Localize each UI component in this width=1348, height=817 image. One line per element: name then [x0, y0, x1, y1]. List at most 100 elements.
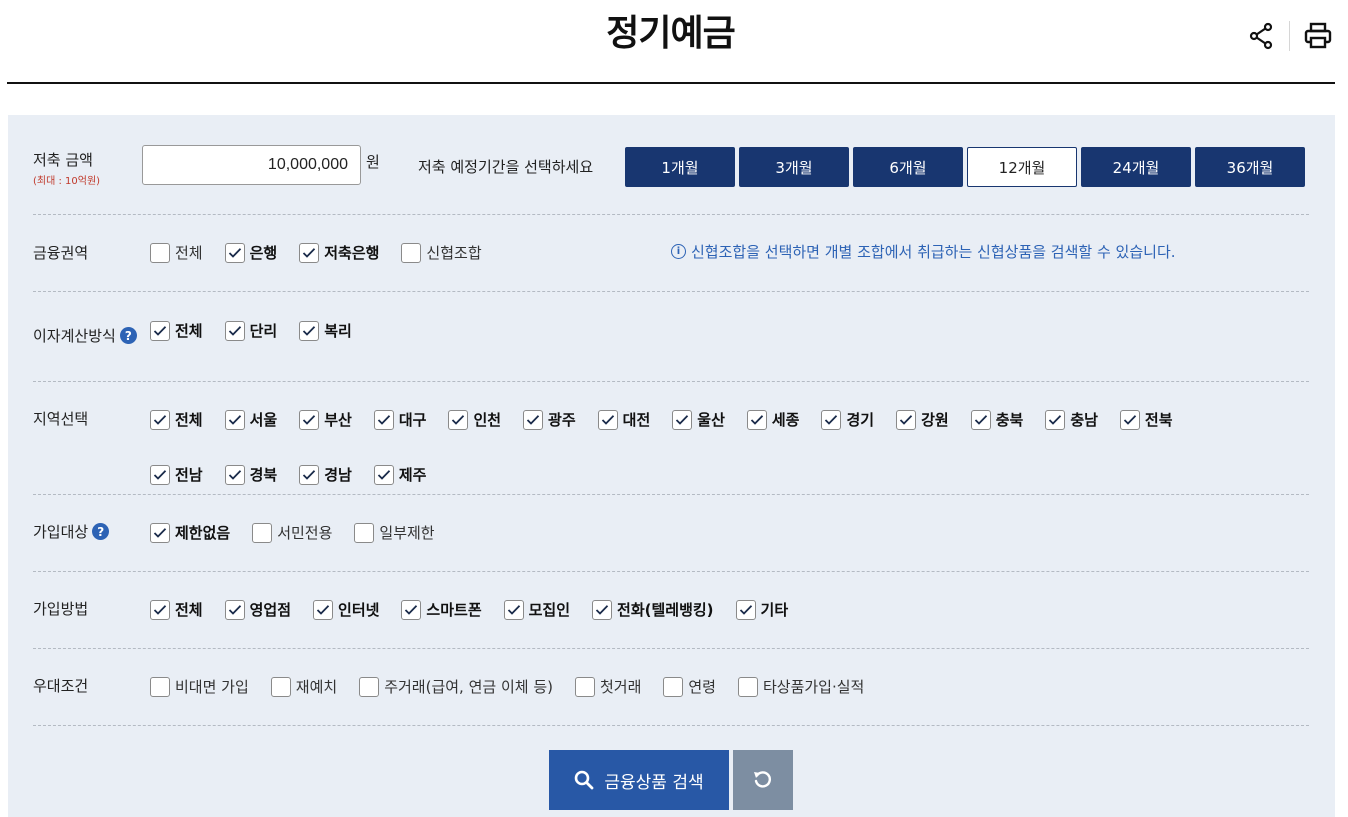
- period-button-36m[interactable]: 36개월: [1195, 147, 1305, 187]
- checkbox[interactable]: [735, 599, 756, 620]
- target-option-unrestricted[interactable]: 제한없음: [150, 522, 230, 543]
- region-option-gyeongnam[interactable]: 경남: [299, 464, 352, 485]
- checkbox[interactable]: [1119, 409, 1140, 430]
- checkbox[interactable]: [523, 409, 544, 430]
- method-option-all[interactable]: 전체: [150, 599, 203, 620]
- region-option-jeonbuk[interactable]: 전북: [1119, 409, 1173, 430]
- checkbox[interactable]: [896, 409, 917, 430]
- sector-option-savings-bank[interactable]: 저축은행: [299, 242, 379, 263]
- checkbox[interactable]: [597, 409, 618, 430]
- checkbox[interactable]: [224, 464, 245, 485]
- method-option-agent[interactable]: 모집인: [503, 599, 570, 620]
- checkbox[interactable]: [373, 409, 394, 430]
- checkbox[interactable]: [224, 242, 245, 263]
- checkbox[interactable]: [299, 464, 320, 485]
- region-option-all[interactable]: 전체: [150, 409, 203, 430]
- pref-option-age[interactable]: 연령: [663, 676, 716, 697]
- checkbox[interactable]: [373, 464, 394, 485]
- checkbox[interactable]: [270, 676, 291, 697]
- region-option-sejong[interactable]: 세종: [746, 409, 799, 430]
- checkbox[interactable]: [299, 409, 320, 430]
- interest-option-compound[interactable]: 복리: [299, 320, 352, 341]
- checkbox[interactable]: [150, 464, 170, 485]
- region-option-chungbuk[interactable]: 충북: [970, 409, 1023, 430]
- pref-option-non-face-to-face[interactable]: 비대면 가입: [150, 676, 249, 697]
- target-option-partial[interactable]: 일부제한: [354, 522, 435, 543]
- method-option-internet[interactable]: 인터넷: [313, 599, 379, 620]
- sector-option-bank[interactable]: 은행: [224, 242, 277, 263]
- region-option-daejeon[interactable]: 대전: [597, 409, 650, 430]
- checkbox[interactable]: [252, 522, 273, 543]
- question-icon[interactable]: ?: [92, 523, 110, 540]
- pref-option-first-transaction[interactable]: 첫거래: [574, 676, 641, 697]
- region-option-daegu[interactable]: 대구: [373, 409, 426, 430]
- region-option-gwangju[interactable]: 광주: [523, 409, 576, 430]
- period-button-24m[interactable]: 24개월: [1081, 147, 1191, 187]
- checkbox[interactable]: [313, 599, 334, 620]
- checkbox[interactable]: [592, 599, 613, 620]
- checkbox[interactable]: [401, 242, 422, 263]
- checkbox[interactable]: [737, 676, 758, 697]
- checkbox[interactable]: [354, 522, 375, 543]
- method-option-branch[interactable]: 영업점: [224, 599, 291, 620]
- print-icon[interactable]: [1300, 18, 1336, 54]
- interest-option-simple[interactable]: 단리: [224, 320, 277, 341]
- checkbox-label: 제한없음: [175, 524, 231, 542]
- checkbox-label: 스마트폰: [426, 601, 482, 619]
- checkbox[interactable]: [663, 676, 684, 697]
- checkbox[interactable]: [150, 242, 170, 263]
- region-option-gangwon[interactable]: 강원: [896, 409, 949, 430]
- period-button-1m[interactable]: 1개월: [625, 147, 735, 187]
- checkbox[interactable]: [150, 676, 170, 697]
- period-button-12m[interactable]: 12개월: [967, 147, 1077, 187]
- checkbox[interactable]: [224, 599, 245, 620]
- pref-option-main-account[interactable]: 주거래(급여, 연금 이체 등): [359, 676, 553, 697]
- checkbox[interactable]: [448, 409, 469, 430]
- check-icon: [316, 604, 330, 615]
- sector-option-credit-union[interactable]: 신협조합: [401, 242, 482, 263]
- region-option-seoul[interactable]: 서울: [224, 409, 277, 430]
- checkbox[interactable]: [150, 320, 170, 341]
- checkbox[interactable]: [821, 409, 842, 430]
- method-option-other[interactable]: 기타: [735, 599, 788, 620]
- checkbox[interactable]: [150, 522, 170, 543]
- region-option-gyeonggi[interactable]: 경기: [821, 409, 874, 430]
- period-button-6m[interactable]: 6개월: [853, 147, 963, 187]
- question-icon[interactable]: ?: [119, 327, 137, 344]
- checkbox[interactable]: [574, 676, 595, 697]
- checkbox[interactable]: [224, 409, 245, 430]
- checkbox[interactable]: [150, 599, 170, 620]
- region-option-jeju[interactable]: 제주: [373, 464, 426, 485]
- checkbox[interactable]: [1045, 409, 1066, 430]
- region-option-jeonnam[interactable]: 전남: [150, 464, 203, 485]
- checkbox[interactable]: [503, 599, 524, 620]
- sector-option-all[interactable]: 전체: [150, 242, 203, 263]
- checkbox[interactable]: [401, 599, 422, 620]
- method-option-phone-banking[interactable]: 전화(텔레뱅킹): [592, 599, 714, 620]
- checkbox[interactable]: [150, 409, 170, 430]
- checkbox-label: 재예치: [295, 678, 338, 696]
- amount-input[interactable]: [142, 145, 361, 185]
- share-icon[interactable]: [1243, 18, 1279, 54]
- search-button[interactable]: 금융상품 검색: [549, 750, 729, 810]
- pref-option-redeposit[interactable]: 재예치: [270, 676, 338, 697]
- reset-button[interactable]: [733, 750, 793, 810]
- checkbox[interactable]: [970, 409, 991, 430]
- checkbox[interactable]: [672, 409, 693, 430]
- region-option-incheon[interactable]: 인천: [448, 409, 501, 430]
- checkbox[interactable]: [224, 320, 245, 341]
- checkbox[interactable]: [746, 409, 767, 430]
- method-option-smartphone[interactable]: 스마트폰: [401, 599, 482, 620]
- checkbox[interactable]: [359, 676, 380, 697]
- region-option-chungnam[interactable]: 충남: [1045, 409, 1098, 430]
- region-option-ulsan[interactable]: 울산: [672, 409, 725, 430]
- checkbox[interactable]: [299, 242, 320, 263]
- region-option-gyeongbuk[interactable]: 경북: [224, 464, 277, 485]
- region-option-busan[interactable]: 부산: [299, 409, 352, 430]
- checkbox[interactable]: [299, 320, 320, 341]
- period-button-3m[interactable]: 3개월: [739, 147, 849, 187]
- pref-option-other-products[interactable]: 타상품가입·실적: [737, 676, 865, 697]
- interest-option-all[interactable]: 전체: [150, 320, 203, 341]
- checkbox-label: 타상품가입·실적: [762, 678, 865, 696]
- target-option-low-income[interactable]: 서민전용: [252, 522, 332, 543]
